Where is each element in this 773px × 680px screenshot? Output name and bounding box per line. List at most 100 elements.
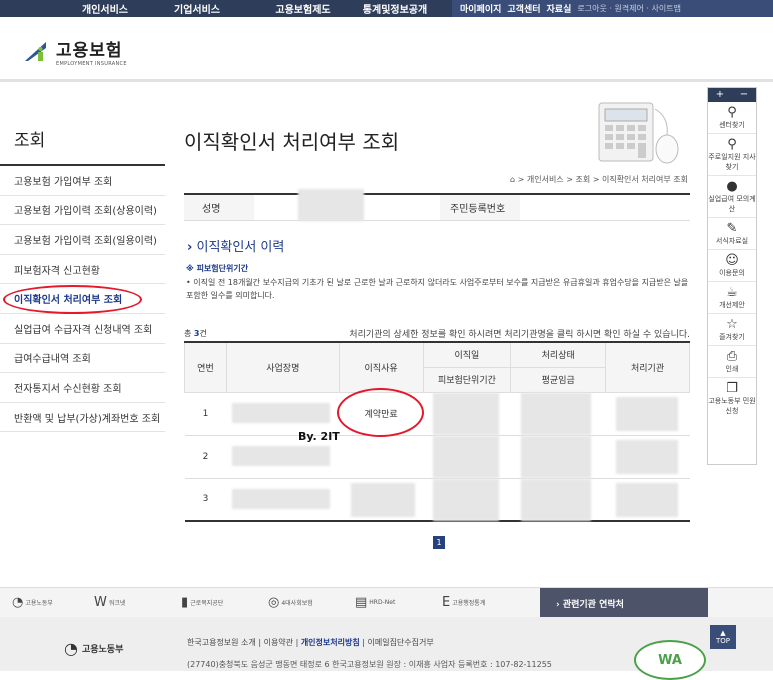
banner-comwel[interactable]: ▮ 근로복지공단 [181,595,223,610]
row-status [510,435,606,479]
link-terms[interactable]: 이용약관 [264,638,293,647]
lnb-item[interactable]: 고용보험 가입여부 조회 [0,166,165,196]
quick-forms[interactable]: ✎ 서식자료실 [708,218,756,250]
footer-address: (27740)충청북도 음성군 맹동면 태정로 6 한국고용정보원 원장 : 이… [187,660,552,669]
footer-banner-bar: ◔ 고용노동부 W 워크넷 ▮ 근로복지공단 ◎ 4대사회보험 ▤ HRD-Net E 고용… [0,587,773,618]
document-icon: ❐ [726,381,738,396]
lnb-item[interactable]: 반환액 및 납부(가상)계좌번호 조회 [0,403,165,433]
lnb-item[interactable]: 고용보험 가입이력 조회(상용이력) [0,196,165,226]
eis-logo-icon: E [442,595,451,610]
row-agency-link[interactable] [605,392,690,436]
row-date [423,435,511,479]
rrn-label: 주민등록번호 [440,195,520,220]
logo-text: 고용보험 [56,41,123,61]
4insure-logo-icon: ◎ [268,595,280,610]
header-wage: 평균임금 [510,366,607,393]
watermark: By. 2IT [298,430,340,443]
note-text: • 이직일 전 18개월간 보수지급의 기초가 된 날로 근로한 날과 근로하지… [186,278,689,300]
menu-stats[interactable]: 통계및정보공개 [350,1,440,16]
arrow-up-icon: ▲ [720,629,726,637]
banner-4insure[interactable]: ◎ 4대사회보험 [268,595,313,610]
lnb-item[interactable]: 실업급여 수급자격 신청내역 조회 [0,314,165,344]
breadcrumb: ⌂ > 개인서비스 > 조회 > 이직확인서 처리여부 조회 [510,174,688,185]
row-date [423,478,511,522]
location-pin-icon: ⚲ [727,137,737,152]
row-no: 3 [184,478,227,522]
history-table: 연번 사업장명 이직사유 이직일 처리상태 처리기관 피보험단위기간 평균임금 … [184,341,690,522]
printer-icon: ⎙ [726,349,738,364]
menu-company[interactable]: 기업서비스 [152,1,242,16]
total-count: 총 3건 [184,329,207,338]
lnb-item[interactable]: 고용보험 가입이력 조회(일용이력) [0,225,165,255]
hrdnet-logo-icon: ▤ [355,595,368,610]
note-heading: ※ 피보험단위기간 [186,264,249,273]
row-agency-link[interactable] [605,478,690,522]
zoom-in-icon[interactable]: + [716,88,724,102]
lnb-title: 조회 [14,131,46,151]
quick-inquiry[interactable]: ☺ 이용문의 [708,250,756,282]
zoom-out-icon[interactable]: − [740,88,748,102]
moel-logo-icon: ◔ [64,639,78,658]
link-privacy[interactable]: 개인정보처리방침 [301,638,360,647]
header-company: 사업장명 [225,341,340,393]
related-agencies-button[interactable]: › 관련기관 연락처 [540,588,708,618]
calculator-illustration [598,102,679,164]
menu-mypage[interactable]: 마이페이지 [460,2,501,15]
util-links[interactable]: 로그아웃 · 원격제어 · 사이트맵 [577,3,681,14]
location-pin-icon: ⚲ [727,105,737,120]
banner-hrdnet[interactable]: ▤ HRD-Net [355,595,395,610]
banner-eis[interactable]: E 고용행정통계 [442,595,485,610]
quick-benefit-calc[interactable]: ● 실업급여 모의계산 [708,176,756,218]
page-number-current[interactable]: 1 [433,536,445,549]
menu-customer-center[interactable]: 고객센터 [507,2,540,15]
quick-favorites[interactable]: ☆ 즐겨찾기 [708,314,756,346]
comwel-logo-icon: ▮ [181,595,189,610]
header-agency: 처리기관 [605,341,690,393]
rrn-value [520,195,690,220]
wa-certification-mark: WA [634,640,706,680]
quick-center-search[interactable]: ⚲ 센터찾기 [708,102,756,134]
menu-insurance[interactable]: 고용보험제도 [258,1,348,16]
breadcrumb-text: > 개인서비스 > 조회 > 이직확인서 처리여부 조회 [517,175,689,184]
quick-print[interactable]: ⎙ 인쇄 [708,346,756,378]
row-date [423,392,511,436]
lnb-item[interactable]: 급여수급내역 조회 [0,344,165,374]
row-agency-link[interactable] [605,435,690,479]
header-divider [0,79,773,82]
worknet-logo-icon: W [94,595,107,610]
top-button[interactable]: ▲ TOP [710,625,736,649]
banner-moel[interactable]: ◔ 고용노동부 [12,595,53,610]
row-status [510,478,606,522]
name-value [254,189,440,221]
footer-links: 한국고용정보원 소개 | 이용약관 | 개인정보처리방침 | 이메일집단수집거부 [187,638,434,647]
moel-logo-icon: ◔ [12,595,24,610]
lnb-item[interactable]: 피보험자격 신고현황 [0,255,165,285]
row-reason [339,435,424,479]
top-util-bar: 마이페이지 고객센터 자료실 로그아웃 · 원격제어 · 사이트맵 [452,0,773,17]
row-no: 1 [184,392,227,436]
row-reason [339,478,424,522]
logo-subtext: EMPLOYMENT INSURANCE [56,61,127,67]
quick-civil-petition[interactable]: ❐ 고용노동부 민원신청 [708,378,756,419]
link-email-refuse[interactable]: 이메일집단수집거부 [367,638,433,647]
person-icon: ● [726,179,738,194]
row-company [226,392,340,436]
link-about[interactable]: 한국고용정보원 소개 [187,638,256,647]
banner-worknet[interactable]: W 워크넷 [94,595,125,610]
header-reason: 이직사유 [338,341,424,393]
quick-suggestion[interactable]: ☕ 개선제안 [708,282,756,314]
star-icon: ☆ [726,317,738,332]
quick-branch-search[interactable]: ⚲ 주로일지원 지사찾기 [708,134,756,176]
lnb-item[interactable]: 전자통지서 수신현황 조회 [0,373,165,403]
home-icon[interactable]: ⌂ [510,175,515,184]
table-row: 1 계약만료 [184,392,690,436]
cup-icon: ☕ [726,285,738,300]
header-unit: 피보험단위기간 [422,366,512,393]
header-status: 처리상태 [510,341,607,368]
edit-icon: ✎ [726,221,738,236]
menu-data-room[interactable]: 자료실 [547,2,572,15]
section-title: › 이직확인서 이력 [187,240,285,255]
header-no: 연번 [184,341,227,393]
site-logo[interactable]: 고용보험 EMPLOYMENT INSURANCE [22,36,127,67]
menu-personal[interactable]: 개인서비스 [60,1,150,16]
